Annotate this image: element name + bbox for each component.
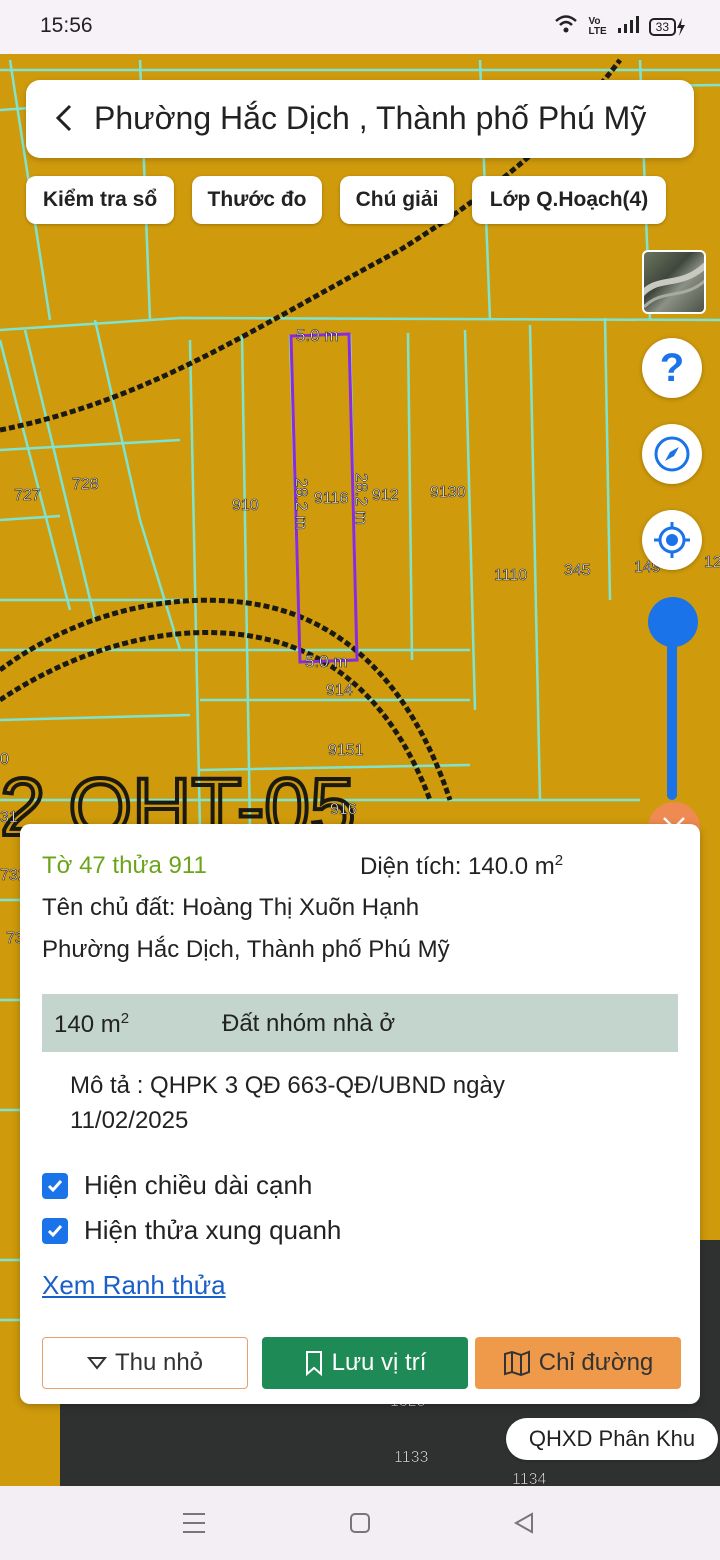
- status-bar: 15:56 Vo LTE 33: [0, 0, 720, 54]
- directions-label: Chỉ đường: [538, 1349, 654, 1376]
- parcel-label: 345: [564, 562, 591, 579]
- back-icon[interactable]: [504, 1508, 544, 1538]
- collapse-label: Thu nhỏ: [114, 1349, 204, 1376]
- battery-level: 33: [648, 17, 676, 36]
- battery-icon: 33: [648, 17, 686, 36]
- show-neighbor-parcels-toggle[interactable]: Hiện thửa xung quanh: [42, 1215, 341, 1246]
- planning-layers-chip[interactable]: Lớp Q.Hoạch(4): [472, 176, 666, 224]
- back-arrow-icon[interactable]: [48, 100, 84, 136]
- help-glyph: ?: [659, 345, 685, 390]
- parcel-label: 12: [704, 554, 720, 571]
- ruler-chip[interactable]: Thước đo: [192, 176, 322, 224]
- legend-chip[interactable]: Chú giải: [340, 176, 454, 224]
- status-time: 15:56: [40, 14, 93, 37]
- check-book-chip[interactable]: Kiểm tra sổ: [26, 176, 174, 224]
- show-edge-length-label: Hiện chiều dài cạnh: [84, 1170, 313, 1200]
- owner-name: Tên chủ đất: Hoàng Thị Xuõn Hạnh: [42, 894, 420, 921]
- show-neighbor-parcels-label: Hiện thửa xung quanh: [84, 1215, 342, 1245]
- parcel-id: Tờ 47 thửa 911: [42, 852, 207, 879]
- zoom-slider-track[interactable]: [667, 622, 677, 800]
- chevron-down-icon: [86, 1357, 107, 1370]
- collapse-button[interactable]: Thu nhỏ: [42, 1337, 248, 1389]
- zoom-slider-knob[interactable]: [648, 597, 698, 647]
- parcel-label: 910: [232, 497, 259, 514]
- show-edge-length-toggle[interactable]: Hiện chiều dài cạnh: [42, 1170, 312, 1201]
- signal-icon: [617, 15, 639, 38]
- layers-icon[interactable]: [642, 250, 706, 314]
- parcel-label: 1133: [394, 1449, 429, 1466]
- parcel-label: 9151: [328, 742, 364, 759]
- parcel-label: 0: [0, 751, 9, 768]
- parcel-label: 9130: [430, 484, 466, 501]
- parcel-label: 728: [72, 476, 99, 493]
- land-use-type: Đất nhóm nhà ở: [222, 1010, 396, 1037]
- parcel-label: 914: [326, 682, 353, 699]
- plan-description: Mô tả : QHPK 3 QĐ 663-QĐ/UBND ngày 11/02…: [70, 1072, 505, 1134]
- system-nav-bar: [0, 1486, 720, 1560]
- edge-label-right: 28.2 m: [352, 473, 371, 525]
- edge-label-bottom: 5.0 m: [305, 652, 348, 671]
- header-bar: Phường Hắc Dịch , Thành phố Phú Mỹ: [26, 80, 694, 158]
- area-unit-sup: 2: [554, 852, 564, 869]
- edge-label-top: 5.0 m: [296, 326, 339, 345]
- home-icon[interactable]: [340, 1508, 380, 1538]
- parcel-label: 912: [372, 487, 399, 504]
- wifi-icon: [554, 14, 578, 39]
- boundary-lines: [0, 58, 622, 801]
- volte-icon: Vo LTE: [588, 15, 607, 37]
- land-use-row: 140 m2 Đất nhóm nhà ở: [42, 994, 678, 1052]
- land-area-sup: 2: [120, 1010, 130, 1027]
- parcel-info-panel: Tờ 47 thửa 911 Diện tích: 140.0 m2 Tên c…: [20, 824, 700, 1404]
- directions-button[interactable]: Chỉ đường: [475, 1337, 681, 1389]
- locate-icon[interactable]: [642, 510, 702, 570]
- parcel-area: Diện tích: 140.0 m2: [360, 852, 563, 881]
- parcel-label: 727: [14, 487, 41, 504]
- parcel-label: 9116: [314, 490, 349, 507]
- status-icons: Vo LTE 33: [554, 14, 686, 39]
- land-area-value: 140 m: [54, 1011, 121, 1038]
- help-icon[interactable]: ?: [642, 338, 702, 398]
- save-location-label: Lưu vị trí: [331, 1349, 427, 1376]
- area-value: Diện tích: 140.0 m: [360, 853, 555, 880]
- bookmark-icon: [305, 1351, 322, 1376]
- checkbox-checked-icon[interactable]: [42, 1172, 68, 1199]
- compass-icon[interactable]: [642, 424, 702, 484]
- land-use-area: 140 m2: [54, 1010, 129, 1039]
- view-parcel-boundary-link[interactable]: Xem Ranh thửa: [42, 1270, 226, 1301]
- page-title: Phường Hắc Dịch , Thành phố Phú Mỹ: [94, 100, 647, 136]
- menu-icon[interactable]: [174, 1508, 214, 1538]
- parcel-label: 1134: [512, 1471, 547, 1486]
- parcel-label: 916: [330, 801, 357, 818]
- map-icon: [503, 1350, 530, 1376]
- save-location-button[interactable]: Lưu vị trí: [262, 1337, 468, 1389]
- parcel-address: Phường Hắc Dịch, Thành phố Phú Mỹ: [42, 936, 450, 963]
- parcel-label: 1110: [494, 567, 527, 584]
- checkbox-checked-icon[interactable]: [42, 1217, 68, 1244]
- active-layer-label[interactable]: QHXD Phân Khu: [506, 1418, 718, 1460]
- edge-label-left: 28.2 m: [292, 478, 311, 530]
- parcel-label: 31: [0, 809, 18, 826]
